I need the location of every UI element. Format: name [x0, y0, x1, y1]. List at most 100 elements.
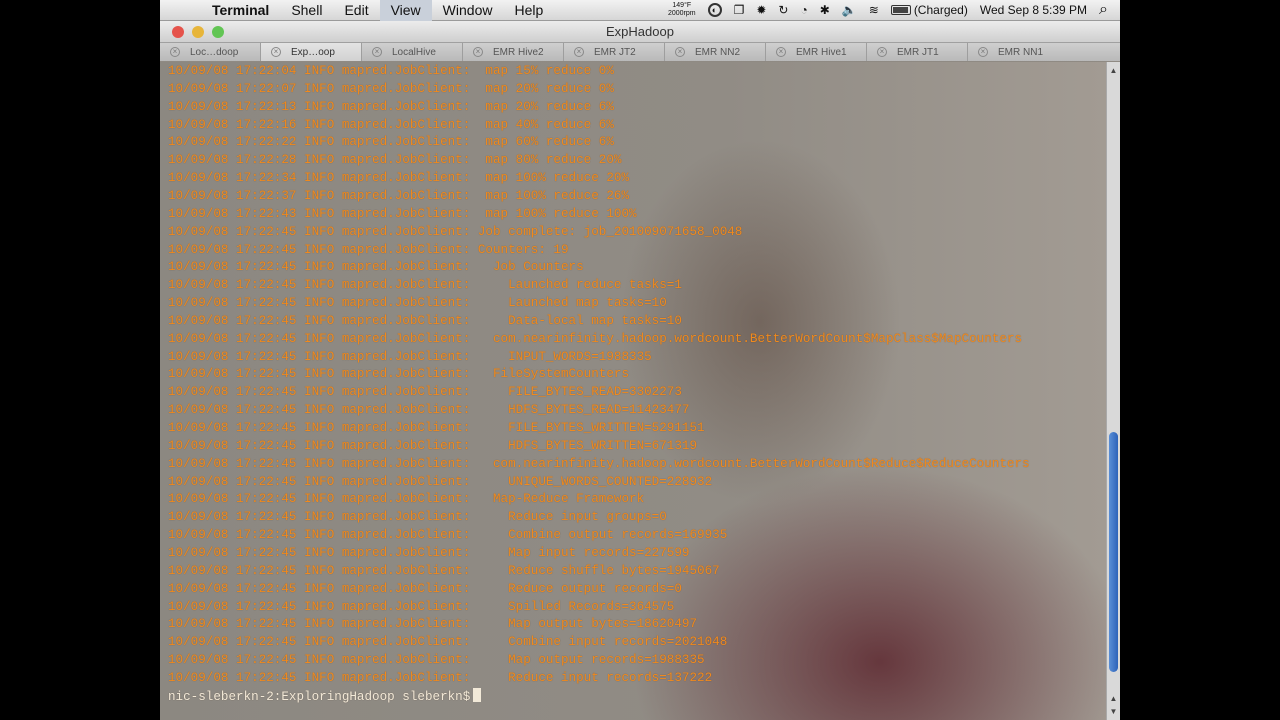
- menu-view[interactable]: View: [379, 0, 432, 21]
- terminal-line: 10/09/08 17:22:45 INFO mapred.JobClient:…: [168, 510, 667, 525]
- close-tab-icon[interactable]: ×: [776, 47, 786, 57]
- terminal-line: 10/09/08 17:22:45 INFO mapred.JobClient:…: [168, 242, 569, 257]
- terminal-line: 10/09/08 17:22:45 INFO mapred.JobClient:…: [168, 296, 667, 311]
- terminal-line: 10/09/08 17:22:37 INFO mapred.JobClient:…: [168, 188, 630, 203]
- close-tab-icon[interactable]: ×: [574, 47, 584, 57]
- menu-shell[interactable]: Shell: [280, 0, 333, 21]
- terminal-line: 10/09/08 17:22:13 INFO mapred.JobClient:…: [168, 99, 614, 114]
- bluetooth-icon[interactable]: ✱: [820, 3, 830, 17]
- menu-window[interactable]: Window: [432, 0, 504, 21]
- temperature-monitor[interactable]: 149°F 2000rpm: [668, 2, 696, 18]
- screen: Terminal Shell Edit View Window Help 149…: [160, 0, 1120, 720]
- terminal-output[interactable]: 10/09/08 17:22:04 INFO mapred.JobClient:…: [160, 62, 1106, 720]
- scrollbar-thumb[interactable]: [1109, 432, 1118, 672]
- terminal-line: 10/09/08 17:22:45 INFO mapred.JobClient:…: [168, 260, 592, 275]
- tab-emr-hive1[interactable]: × EMR Hive1: [766, 43, 867, 61]
- tab-emr-jt2[interactable]: × EMR JT2: [564, 43, 665, 61]
- scroll-up-arrow-icon[interactable]: ▲: [1107, 692, 1120, 705]
- terminal-line: 10/09/08 17:22:45 INFO mapred.JobClient:…: [168, 331, 1022, 346]
- terminal-line: 10/09/08 17:22:16 INFO mapred.JobClient:…: [168, 117, 614, 132]
- text-cursor: [473, 687, 482, 702]
- tab-localhive[interactable]: × LocalHive: [362, 43, 463, 61]
- tab-emr-hive2[interactable]: × EMR Hive2: [463, 43, 564, 61]
- tab-label: Loc…doop: [190, 46, 239, 58]
- close-tab-icon[interactable]: ×: [877, 47, 887, 57]
- menu-bar: Terminal Shell Edit View Window Help 149…: [160, 0, 1120, 21]
- prompt-text: nic-sleberkn-2:ExploringHadoop sleberkn$: [168, 689, 471, 704]
- terminal-line: 10/09/08 17:22:43 INFO mapred.JobClient:…: [168, 206, 637, 221]
- close-tab-icon[interactable]: ×: [978, 47, 988, 57]
- window-title: ExpHadoop: [606, 24, 674, 39]
- terminal-line: 10/09/08 17:22:45 INFO mapred.JobClient:…: [168, 456, 1030, 471]
- terminal-line: 10/09/08 17:22:28 INFO mapred.JobClient:…: [168, 153, 622, 168]
- terminal-line: 10/09/08 17:22:45 INFO mapred.JobClient:…: [168, 581, 682, 596]
- status-icon[interactable]: ◐: [707, 3, 722, 17]
- volume-icon[interactable]: 🔈: [842, 3, 857, 17]
- status-area: 149°F 2000rpm ◐ ❐ ✹ ↻ ◔ ✱ 🔈 ≋ (Charged) …: [662, 0, 1120, 21]
- spotlight-search-icon[interactable]: ⌕: [1099, 1, 1108, 19]
- battery-menu[interactable]: (Charged): [890, 3, 968, 17]
- scroll-down-arrow-icon[interactable]: ▼: [1107, 705, 1120, 718]
- shell-prompt[interactable]: nic-sleberkn-2:ExploringHadoop sleberkn$: [168, 687, 482, 706]
- terminal-line: 10/09/08 17:22:45 INFO mapred.JobClient:…: [168, 528, 728, 543]
- terminal-line: 10/09/08 17:22:04 INFO mapred.JobClient:…: [168, 64, 614, 78]
- tab-exp-oop[interactable]: × Exp…oop: [261, 43, 362, 61]
- terminal-line: 10/09/08 17:22:45 INFO mapred.JobClient:…: [168, 599, 675, 614]
- tab-label: EMR JT2: [594, 46, 636, 58]
- tab-label: EMR JT1: [897, 46, 939, 58]
- tab-emr-nn1[interactable]: × EMR NN1: [968, 43, 1120, 61]
- close-window-button[interactable]: [172, 25, 184, 38]
- fan-speed-readout: 2000rpm: [667, 10, 696, 17]
- sync-icon[interactable]: ↻: [778, 3, 788, 17]
- terminal-line: 10/09/08 17:22:22 INFO mapred.JobClient:…: [168, 135, 614, 150]
- close-tab-icon[interactable]: ×: [170, 47, 180, 57]
- tab-label: EMR Hive1: [796, 46, 847, 58]
- menu-edit[interactable]: Edit: [333, 0, 379, 21]
- close-tab-icon[interactable]: ×: [675, 47, 685, 57]
- menu-help[interactable]: Help: [503, 0, 554, 21]
- terminal-line: 10/09/08 17:22:45 INFO mapred.JobClient:…: [168, 545, 690, 560]
- tab-loc-doop[interactable]: × Loc…doop: [160, 43, 261, 61]
- terminal-line: 10/09/08 17:22:45 INFO mapred.JobClient:…: [168, 474, 713, 489]
- terminal-line: 10/09/08 17:22:45 INFO mapred.JobClient:…: [168, 653, 705, 668]
- close-tab-icon[interactable]: ×: [271, 47, 281, 57]
- close-tab-icon[interactable]: ×: [372, 47, 382, 57]
- scroll-up-icon[interactable]: ▲: [1107, 64, 1120, 77]
- window-icon[interactable]: ❐: [734, 3, 745, 17]
- tab-label: EMR NN1: [998, 46, 1044, 58]
- terminal-line: 10/09/08 17:22:45 INFO mapred.JobClient:…: [168, 670, 713, 685]
- battery-icon: [890, 5, 911, 15]
- minimize-window-button[interactable]: [192, 25, 204, 38]
- terminal-line: 10/09/08 17:22:45 INFO mapred.JobClient:…: [168, 278, 682, 293]
- terminal-line: 10/09/08 17:22:45 INFO mapred.JobClient:…: [168, 438, 698, 453]
- terminal-line: 10/09/08 17:22:45 INFO mapred.JobClient:…: [168, 367, 630, 382]
- terminal-line: 10/09/08 17:22:34 INFO mapred.JobClient:…: [168, 171, 630, 186]
- terminal-scrollbar[interactable]: ▲ ▲ ▼: [1106, 62, 1120, 720]
- battery-status: (Charged): [913, 3, 968, 17]
- menu-terminal[interactable]: Terminal: [208, 0, 280, 21]
- terminal-line: 10/09/08 17:22:45 INFO mapred.JobClient:…: [168, 421, 705, 435]
- tab-label: LocalHive: [392, 46, 436, 58]
- close-tab-icon[interactable]: ×: [473, 47, 483, 57]
- terminal-line: 10/09/08 17:22:45 INFO mapred.JobClient:…: [168, 492, 645, 507]
- terminal-line: 10/09/08 17:22:45 INFO mapred.JobClient:…: [168, 617, 698, 632]
- tab-label: EMR NN2: [695, 46, 741, 58]
- terminal-line: 10/09/08 17:22:45 INFO mapred.JobClient:…: [168, 635, 728, 650]
- terminal-line: 10/09/08 17:22:07 INFO mapred.JobClient:…: [168, 81, 614, 96]
- time-machine-icon[interactable]: ◔: [800, 3, 807, 17]
- tab-emr-jt1[interactable]: × EMR JT1: [867, 43, 968, 61]
- window-title-bar[interactable]: ExpHadoop: [160, 21, 1120, 43]
- temperature-readout: 149°F: [672, 2, 692, 9]
- zoom-window-button[interactable]: [212, 25, 224, 38]
- tab-label: Exp…oop: [291, 46, 335, 58]
- terminal-line: 10/09/08 17:22:45 INFO mapred.JobClient:…: [168, 224, 743, 239]
- wifi-icon[interactable]: ≋: [869, 3, 879, 17]
- terminal-line: 10/09/08 17:22:45 INFO mapred.JobClient:…: [168, 349, 652, 364]
- terminal-line: 10/09/08 17:22:45 INFO mapred.JobClient:…: [168, 313, 682, 328]
- terminal-line: 10/09/08 17:22:45 INFO mapred.JobClient:…: [168, 563, 720, 578]
- tab-emr-nn2[interactable]: × EMR NN2: [665, 43, 766, 61]
- terminal-line: 10/09/08 17:22:45 INFO mapred.JobClient:…: [168, 403, 690, 418]
- clock[interactable]: Wed Sep 8 5:39 PM: [980, 3, 1087, 17]
- terminal-line: 10/09/08 17:22:45 INFO mapred.JobClient:…: [168, 385, 682, 400]
- gear-icon[interactable]: ✹: [756, 3, 766, 17]
